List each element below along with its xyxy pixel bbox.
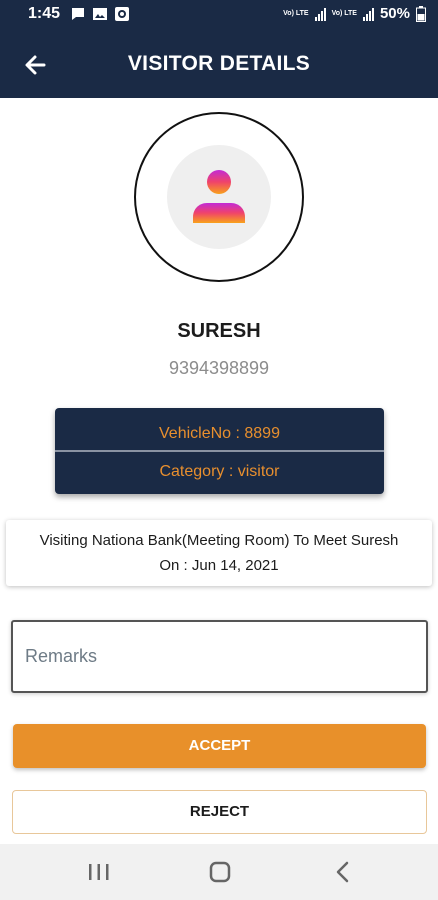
accept-button[interactable]: ACCEPT: [13, 724, 426, 768]
visit-purpose: Visiting Nationa Bank(Meeting Room) To M…: [39, 532, 399, 549]
avatar-background: [167, 145, 271, 249]
vehicle-category-card: VehicleNo : 8899 Category : visitor: [55, 408, 384, 494]
status-bar: 1:45 Vo) LTE Vo) LTE 50%: [0, 0, 438, 30]
page-title: VISITOR DETAILS: [127, 52, 311, 75]
visitor-phone: 9394398899: [168, 358, 270, 378]
camera-icon: [115, 7, 129, 21]
volte-label: Vo) LTE: [283, 10, 309, 17]
reject-button[interactable]: REJECT: [12, 790, 427, 834]
app-bar: VISITOR DETAILS: [0, 30, 438, 98]
message-icon: [72, 8, 84, 20]
visitor-category: Category : visitor: [159, 463, 280, 480]
recents-icon: [89, 864, 109, 880]
system-nav-bar: [0, 844, 438, 900]
image-icon: [93, 8, 107, 20]
status-time: 1:45: [28, 5, 61, 22]
volte-label-2: Vo) LTE: [331, 10, 357, 17]
card-divider: [55, 450, 384, 452]
recents-button[interactable]: [86, 860, 112, 884]
system-back-button[interactable]: [330, 860, 356, 884]
vehicle-number: VehicleNo : 8899: [159, 425, 280, 442]
avatar: [134, 112, 304, 282]
user-icon: [193, 170, 245, 223]
home-button[interactable]: [207, 860, 233, 884]
visit-date: On : Jun 14, 2021: [159, 557, 279, 574]
remarks-input[interactable]: [25, 636, 415, 676]
remarks-field-container: [11, 620, 428, 693]
home-icon: [209, 861, 231, 883]
battery-icon: [416, 5, 426, 22]
nav-back-icon: [336, 861, 349, 883]
notification-icons: [70, 6, 130, 22]
visitor-name: SURESH: [177, 320, 261, 342]
status-right: Vo) LTE Vo) LTE 50%: [283, 5, 426, 22]
signal-icon: [314, 7, 326, 21]
visit-details-card: Visiting Nationa Bank(Meeting Room) To M…: [6, 520, 432, 586]
battery-percent: 50%: [379, 5, 410, 22]
signal-icon-2: [362, 7, 374, 21]
